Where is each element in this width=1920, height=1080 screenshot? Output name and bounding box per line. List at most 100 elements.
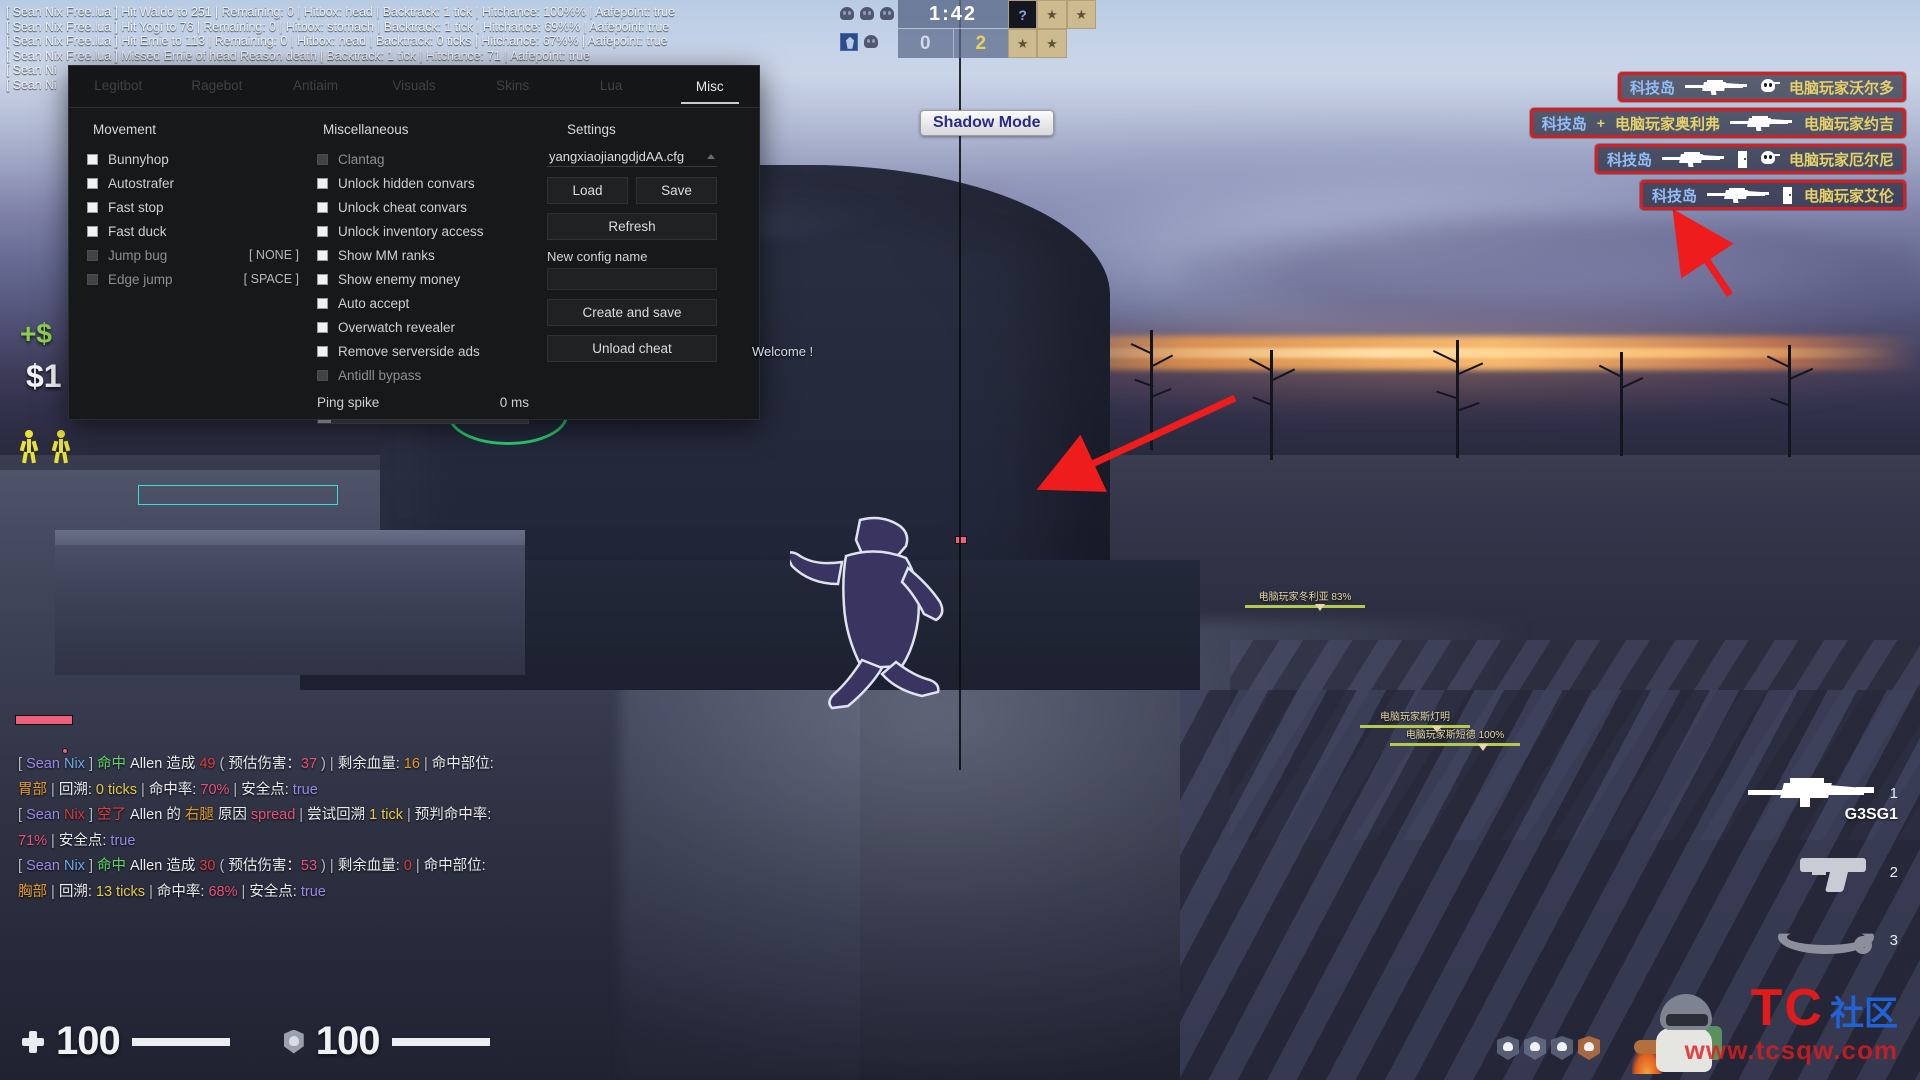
checkbox-icon[interactable] [317, 321, 328, 333]
armor-stat: 100 [283, 1019, 490, 1064]
chat-token: 37 [300, 756, 318, 772]
movement-title: Movement [93, 122, 157, 137]
killfeed: 科技岛 电脑玩家沃尔多 科技岛 + 电脑玩家奥利弗 电脑玩家约吉 科技岛 电脑玩… [1529, 72, 1906, 210]
load-config-button[interactable]: Load [547, 177, 628, 204]
new-config-name-input[interactable] [547, 268, 717, 290]
checkbox-jump-bug[interactable]: Jump bug [ NONE ] [87, 243, 299, 267]
checkbox-antidll-bypass[interactable]: Antidll bypass [317, 363, 529, 387]
tab-ragebot[interactable]: Ragebot [168, 68, 267, 105]
tab-misc[interactable]: Misc [660, 69, 759, 104]
health-value: 100 [56, 1019, 121, 1063]
checkbox-icon[interactable] [87, 153, 98, 165]
checkbox-icon[interactable] [317, 369, 328, 381]
config-select-value: yangxiaojiangdjdAA.cfg [549, 149, 685, 164]
chat-token: 右腿 [184, 807, 214, 823]
tab-legitbot[interactable]: Legitbot [69, 68, 168, 105]
checkbox-fast-stop[interactable]: Fast stop [87, 195, 299, 219]
checkbox-icon[interactable] [87, 225, 98, 237]
checkbox-icon[interactable] [87, 201, 98, 213]
checkbox-fast-duck[interactable]: Fast duck [87, 219, 299, 243]
chat-token: ) [317, 756, 330, 772]
killfeed-victim: 电脑玩家厄尔尼 [1788, 151, 1894, 169]
star-icon: ★ [1046, 36, 1058, 51]
checkbox-overwatch-revealer[interactable]: Overwatch revealer [317, 315, 529, 339]
checkbox-label: Bunnyhop [108, 151, 169, 167]
weapon-slot-1: 1 G3SG1 [1748, 778, 1898, 824]
tab-skins[interactable]: Skins [463, 68, 562, 105]
checkbox-unlock-cheat-convars[interactable]: Unlock cheat convars [317, 195, 529, 219]
checkbox-show-mm-ranks[interactable]: Show MM ranks [317, 243, 529, 267]
headshot-icon [1759, 151, 1780, 167]
killfeed-attacker: 科技岛 [1651, 187, 1697, 205]
chat-token: 命中率: [156, 883, 209, 900]
checkbox-auto-accept[interactable]: Auto accept [317, 291, 529, 315]
rank-badge-empty [1067, 29, 1096, 58]
tab-lua[interactable]: Lua [562, 68, 661, 105]
checkbox-edge-jump[interactable]: Edge jump [ SPACE ] [87, 267, 299, 291]
checkbox-icon[interactable] [317, 201, 328, 213]
checkbox-bunnyhop[interactable]: Bunnyhop [87, 147, 299, 171]
chat-token: Allen [126, 756, 167, 772]
checkbox-clantag[interactable]: Clantag [317, 147, 529, 171]
cheat-menu[interactable]: Legitbot Ragebot Antiaim Visuals Skins L… [68, 65, 760, 424]
chat-token: | [237, 883, 250, 900]
checkbox-unlock-hidden-convars[interactable]: Unlock hidden convars [317, 171, 529, 195]
checkbox-icon[interactable] [317, 273, 328, 285]
chat-token: 71% [18, 832, 48, 849]
checkbox-icon[interactable] [317, 177, 328, 189]
checkbox-icon[interactable] [87, 273, 98, 285]
tab-visuals[interactable]: Visuals [365, 68, 464, 105]
sniper-rifle-icon [1661, 152, 1726, 167]
checkbox-icon[interactable] [317, 153, 328, 165]
checkbox-icon[interactable] [317, 225, 328, 237]
checkbox-icon[interactable] [317, 345, 328, 357]
slider-track[interactable] [317, 419, 529, 424]
dead-tree [1238, 350, 1308, 460]
checkbox-unlock-inventory-access[interactable]: Unlock inventory access [317, 219, 529, 243]
checkbox-autostrafer[interactable]: Autostrafer [87, 171, 299, 195]
chat-token: 安全点: [241, 781, 293, 798]
chat-token: ( [215, 756, 229, 772]
slider-ping-spike[interactable]: Ping spike 0 ms [317, 391, 529, 413]
armor-value: 100 [315, 1019, 381, 1063]
create-and-save-button[interactable]: Create and save [547, 299, 717, 326]
config-select[interactable]: yangxiaojiangdjdAA.cfg [547, 147, 717, 167]
sniper-rifle-icon [1684, 80, 1749, 95]
chat-token: true [110, 832, 136, 849]
chat-token: | [47, 883, 59, 900]
unload-cheat-button[interactable]: Unload cheat [547, 335, 717, 362]
killfeed-attacker: 科技岛 [1606, 151, 1652, 169]
chat-token: 16 [403, 756, 420, 772]
checkbox-show-enemy-money[interactable]: Show enemy money [317, 267, 529, 291]
checkbox-icon[interactable] [317, 297, 328, 309]
chat-token: true [292, 781, 318, 798]
star-icon: ★ [1046, 7, 1058, 22]
star-icon: ★ [1075, 7, 1088, 22]
keybind-jump-bug[interactable]: [ NONE ] [249, 248, 299, 262]
noscope-icon [1736, 150, 1749, 168]
keybind-edge-jump[interactable]: [ SPACE ] [244, 272, 299, 286]
assist-plus-icon: + [1596, 115, 1605, 131]
visor-icon [1666, 1014, 1708, 1026]
tab-antiaim[interactable]: Antiaim [266, 68, 365, 105]
slider-label: Ping spike [317, 394, 380, 410]
save-config-button[interactable]: Save [636, 177, 717, 204]
chat-token: | [329, 858, 338, 874]
chat-token: 30 [199, 858, 216, 874]
score-block: 1:42 0 2 [898, 0, 1008, 58]
chat-token: 命中 [97, 756, 127, 772]
checkbox-icon[interactable] [317, 249, 328, 261]
headshot-icon [1759, 79, 1780, 95]
top-hud: 1:42 0 2 ★ ★ ★ ★ [836, 0, 1096, 58]
chat-token: [ [18, 756, 27, 772]
checkbox-label: Unlock hidden convars [338, 175, 475, 191]
checkbox-label: Clantag [338, 151, 385, 167]
menu-tab-bar[interactable]: Legitbot Ragebot Antiaim Visuals Skins L… [69, 66, 759, 108]
chevron-up-icon[interactable] [707, 154, 715, 159]
checkbox-remove-serverside-ads[interactable]: Remove serverside ads [317, 339, 529, 363]
chat-token: spread [250, 807, 296, 823]
game-screen: [ Sean Nix Free.lua ] Hit Waldo to 251 |… [0, 0, 1920, 1080]
checkbox-icon[interactable] [87, 177, 98, 189]
refresh-configs-button[interactable]: Refresh [547, 213, 717, 240]
checkbox-icon[interactable] [87, 249, 98, 261]
